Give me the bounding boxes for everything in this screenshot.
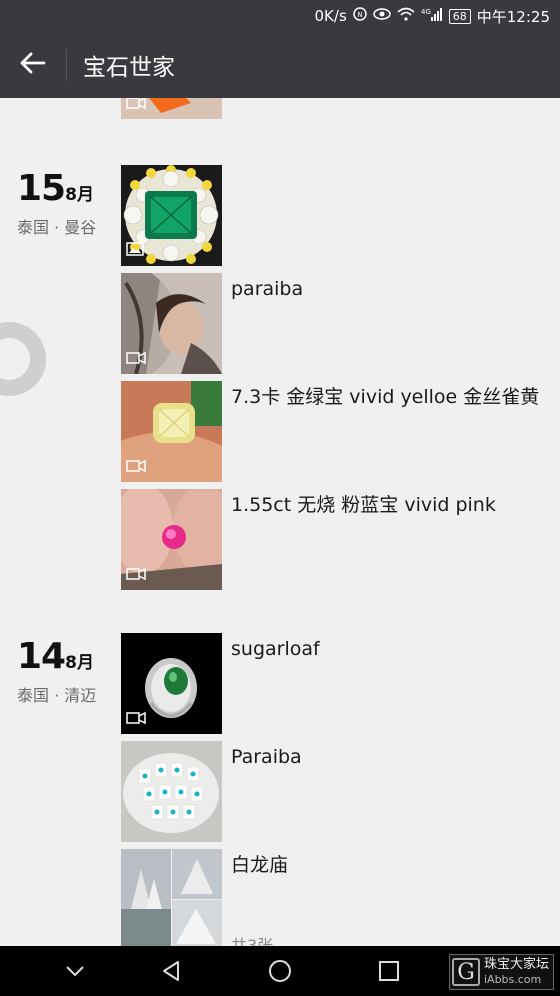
- back-button[interactable]: [0, 32, 66, 98]
- square-recent-icon[interactable]: [359, 946, 419, 996]
- svg-text:N: N: [357, 11, 362, 19]
- video-icon: [126, 565, 146, 584]
- day-month: 8月: [65, 653, 94, 673]
- list-item[interactable]: paraiba: [121, 273, 541, 374]
- wifi-icon: [397, 7, 415, 25]
- image-icon: [126, 241, 144, 260]
- gems-plate-thumbnail[interactable]: [121, 741, 222, 842]
- entry-caption: sugarloaf: [231, 638, 320, 660]
- list-item[interactable]: 7.3卡 金绿宝 vivid yelloe 金丝雀黄: [121, 381, 541, 482]
- day-location: 泰国 · 清迈: [17, 686, 97, 705]
- entry-caption: paraiba: [231, 278, 304, 300]
- list-item[interactable]: [121, 165, 541, 266]
- status-bar: 0K/s N 4G 68 中午12:25: [0, 0, 560, 32]
- emerald-ring-thumbnail[interactable]: [121, 165, 222, 266]
- green-ring-thumbnail[interactable]: [121, 633, 222, 734]
- day-date: 148月: [17, 636, 94, 677]
- video-icon: [126, 709, 146, 728]
- day-date: 158月: [17, 168, 94, 209]
- entry-caption: Paraiba: [231, 746, 302, 768]
- signal-icon: 4G: [421, 7, 443, 25]
- title-bar: 宝石世家: [0, 32, 560, 98]
- hd-icon: N: [353, 7, 367, 25]
- chevron-down-icon[interactable]: [45, 946, 105, 996]
- watermark-line2: iAbbs.com: [483, 973, 542, 986]
- floating-handle[interactable]: [0, 322, 46, 396]
- previous-photo-thumbnail[interactable]: [121, 98, 222, 119]
- logo-icon: G: [451, 958, 480, 986]
- day-number: 14: [17, 636, 66, 677]
- entry-caption: 白龙庙: [231, 854, 289, 876]
- day-location: 泰国 · 曼谷: [17, 218, 97, 237]
- triangle-back-icon[interactable]: [141, 946, 201, 996]
- album-feed[interactable]: 158月 泰国 · 曼谷 paraiba 7.3卡 金绿宝 vivid yell…: [0, 98, 560, 946]
- title-divider: [66, 49, 67, 81]
- day-number: 15: [17, 168, 66, 209]
- video-icon: [126, 349, 146, 368]
- yellow-gem-thumbnail[interactable]: [121, 381, 222, 482]
- video-icon: [126, 98, 146, 113]
- battery-indicator: 68: [448, 8, 471, 24]
- arrow-left-icon: [20, 52, 46, 78]
- entry-caption: 1.55ct 无烧 粉蓝宝 vivid pink: [231, 494, 496, 516]
- list-item[interactable]: Paraiba: [121, 741, 541, 842]
- network-speed: 0K/s: [314, 7, 347, 25]
- clock: 中午12:25: [476, 7, 550, 26]
- temple-thumbnail[interactable]: [121, 849, 222, 946]
- list-item[interactable]: 白龙庙 共3张: [121, 849, 541, 946]
- list-item[interactable]: 1.55ct 无烧 粉蓝宝 vivid pink: [121, 489, 541, 590]
- list-item[interactable]: sugarloaf: [121, 633, 541, 734]
- photo-count: 共3张: [231, 936, 274, 946]
- pink-gem-thumbnail[interactable]: [121, 489, 222, 590]
- circle-home-icon[interactable]: [250, 946, 310, 996]
- entry-caption: 7.3卡 金绿宝 vivid yelloe 金丝雀黄: [231, 386, 540, 408]
- watermark-line1: 珠宝大家坛: [483, 957, 549, 972]
- svg-text:4G: 4G: [421, 8, 431, 16]
- navigation-bar: G 珠宝大家坛 iAbbs.com: [0, 946, 560, 996]
- woman-portrait-thumbnail[interactable]: [121, 273, 222, 374]
- eye-icon: [373, 8, 391, 24]
- watermark-logo: G 珠宝大家坛 iAbbs.com: [448, 954, 554, 990]
- day-month: 8月: [65, 185, 94, 205]
- page-title: 宝石世家: [83, 55, 175, 81]
- video-icon: [126, 457, 146, 476]
